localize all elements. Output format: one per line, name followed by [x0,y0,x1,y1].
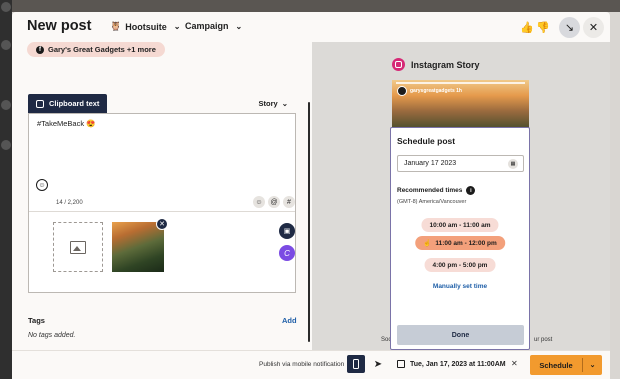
chevron-down-icon: ⌄ [173,22,181,31]
time-slot[interactable]: 4:00 pm - 5:00 pm [424,258,496,272]
chevron-down-icon: ⌄ [235,21,243,31]
media-library-icon[interactable]: ▣ [279,223,295,239]
nav-icon [1,100,11,110]
facebook-icon: f [36,45,44,54]
clear-schedule-button[interactable]: ✕ [511,359,518,368]
time-slot-selected[interactable]: ☝ 11:00 am - 12:00 pm [415,236,505,250]
mobile-phone-icon [353,359,359,369]
smiley-icon[interactable]: ☺ [253,196,265,208]
schedule-button-label: Schedule [539,360,573,370]
preview-caption-right: ur post [534,337,553,343]
chevron-down-icon: ⌄ [281,99,288,108]
close-icon: ✕ [159,221,165,228]
close-icon: ✕ [588,22,599,34]
scheduled-datetime-label: Tue, Jan 17, 2023 at 11:00AM [410,360,506,368]
campaign-dropdown-label: Campaign [185,21,229,31]
done-button[interactable]: Done [397,325,524,345]
direct-publish-toggle[interactable]: ➤ [369,355,387,373]
pointer-hand-icon: ☝ [423,240,432,247]
time-slot[interactable]: 10:00 am - 11:00 am [421,218,499,232]
schedule-button[interactable]: Schedule ⌄ [530,355,602,375]
character-count: 14 / 2,200 [56,200,83,206]
recommended-times-heading: Recommended times i [397,186,476,195]
nav-icon [1,40,11,50]
publish-via-label: Publish via mobile notification [259,361,345,368]
org-dropdown-label: Hootsuite [125,21,167,32]
preview-profile-name: garysgreatgadgets 1h [410,88,462,94]
content-tabs: Clipboard text Story ⌄ [28,94,296,113]
avatar [397,86,407,96]
time-slot-label: 11:00 am - 12:00 pm [435,239,497,247]
instagram-icon [392,58,405,71]
account-chip-label: Gary's Great Gadgets +1 more [48,45,156,54]
post-text[interactable]: #TakeMeBack 😍 [37,119,96,128]
tags-label: Tags [28,316,45,325]
tab-label: Clipboard text [49,99,100,108]
manually-set-time-link[interactable]: Manually set time [391,283,529,290]
image-icon [70,240,86,254]
schedule-title: Schedule post [397,136,456,146]
mention-icon[interactable]: @ [268,196,280,208]
date-value: January 17 2023 [404,160,457,167]
close-icon: ✕ [511,359,518,368]
account-chip[interactable]: f Gary's Great Gadgets +1 more [27,42,165,57]
canva-icon[interactable]: C [279,245,295,261]
story-preview-image: garysgreatgadgets 1h [392,80,529,132]
modal-header: New post 🦉 Hootsuite ⌄ Campaign ⌄ 👍 👎 ↘ … [12,12,610,42]
remove-photo-button[interactable]: ✕ [156,218,168,230]
app-header-backdrop [12,0,620,12]
send-icon: ➤ [373,358,383,370]
post-text-editor[interactable]: #TakeMeBack 😍 ☺ 14 / 2,200 ☺ @ # ✕ ▣ C [28,113,296,293]
time-slot-label: 10:00 am - 11:00 am [429,221,491,229]
modal-footer: Publish via mobile notification ➤ Tue, J… [12,350,610,379]
attached-photo-thumbnail[interactable] [112,222,164,272]
format-dropdown-label: Story [258,99,278,108]
arrow-down-right-icon: ↘ [564,22,575,34]
scheduled-datetime[interactable]: Tue, Jan 17, 2023 at 11:00AM [397,360,506,368]
preview-network-header: Instagram Story [392,58,480,71]
thumbs-down-icon[interactable]: 👎 [536,21,550,34]
hashtag-icon[interactable]: # [283,196,295,208]
calendar-icon[interactable]: ▦ [508,159,518,169]
divider [29,211,295,212]
preview-network-title: Instagram Story [411,59,480,70]
timezone-label: (GMT-8) America/Vancouver [397,199,467,205]
campaign-dropdown[interactable]: Campaign ⌄ [185,21,242,31]
app-logo-icon [1,2,11,12]
schedule-post-popover: Schedule post January 17 2023 ▦ Recommen… [390,127,530,350]
time-slot-label: 4:00 pm - 5:00 pm [432,261,488,269]
chevron-down-icon[interactable]: ⌄ [583,361,602,369]
thumbs-up-icon[interactable]: 👍 [520,21,534,34]
emoji-icon[interactable]: ☺ [36,179,48,191]
add-tags-link[interactable]: Add [282,316,297,325]
page-title: New post [27,18,92,34]
composer-scrollbar[interactable] [308,102,310,342]
hootsuite-owl-icon: 🦉 [110,21,122,31]
info-icon[interactable]: i [466,186,476,195]
story-progress-bar [396,82,525,84]
instagram-icon [36,99,44,108]
mobile-notification-toggle[interactable] [347,355,365,373]
composer-pane: f Gary's Great Gadgets +1 more Clipboard… [12,42,312,350]
org-dropdown[interactable]: 🦉 Hootsuite ⌄ [110,21,180,32]
format-dropdown[interactable]: Story ⌄ [259,99,288,108]
calendar-icon [397,360,405,368]
tags-empty-text: No tags added. [28,332,76,339]
app-sidebar-backdrop [0,0,12,379]
recommended-times-label: Recommended times [397,187,463,194]
nav-icon [1,140,11,150]
tab-clipboard-text[interactable]: Clipboard text [28,94,108,113]
new-post-modal: New post 🦉 Hootsuite ⌄ Campaign ⌄ 👍 👎 ↘ … [12,12,610,379]
close-button[interactable]: ✕ [583,17,604,38]
minimize-button[interactable]: ↘ [559,17,580,38]
add-media-button[interactable] [53,222,103,272]
date-input[interactable]: January 17 2023 ▦ [397,155,524,172]
